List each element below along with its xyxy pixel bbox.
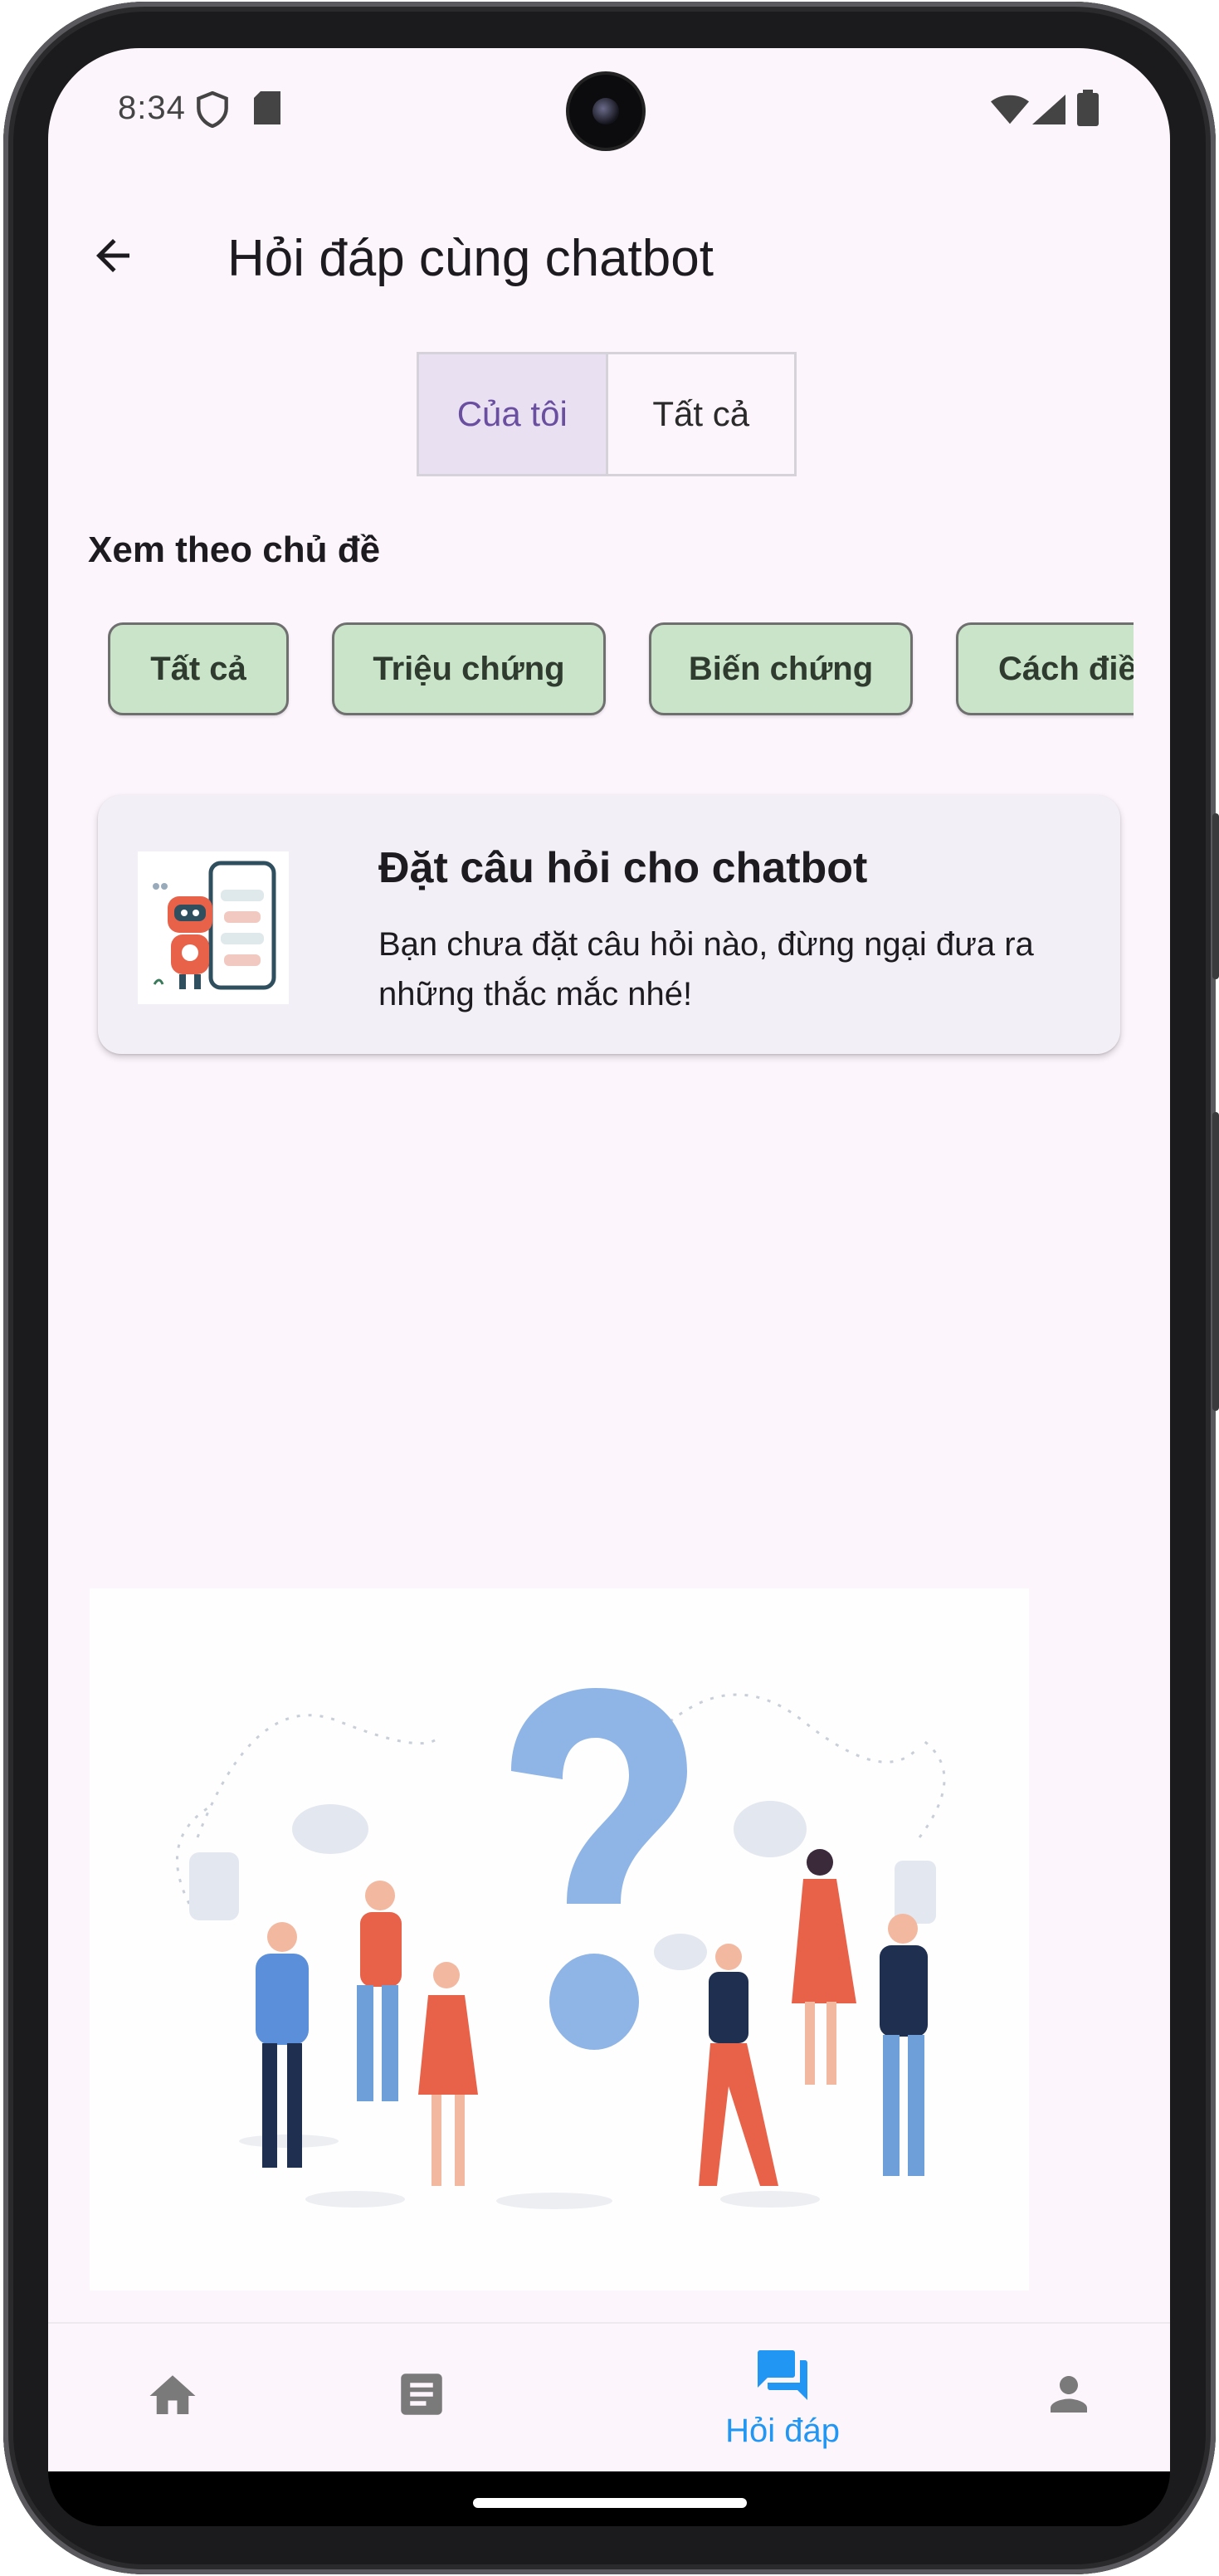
topics-heading: Xem theo chủ đề [88, 529, 381, 570]
shield-icon [196, 90, 229, 132]
signal-icon [1032, 95, 1065, 129]
status-time: 8:34 [118, 90, 186, 126]
battery-icon [1077, 90, 1099, 130]
chip-complications[interactable]: Biến chứng [649, 622, 913, 715]
article-icon [394, 2367, 449, 2426]
status-bar: 8:34 [48, 48, 1170, 173]
chip-all[interactable]: Tất cả [108, 622, 289, 715]
page-title: Hỏi đáp cùng chatbot [227, 230, 714, 287]
chip-symptoms[interactable]: Triệu chứng [332, 622, 606, 715]
card-description: Bạn chưa đặt câu hỏi nào, đừng ngại đưa … [378, 926, 1034, 1012]
scope-segmented-control: Của tôi Tất cả [417, 352, 797, 476]
nav-home[interactable] [48, 2324, 297, 2471]
chatbot-thumbnail [138, 851, 289, 1004]
card-title: Đặt câu hỏi cho chatbot [378, 844, 868, 892]
bottom-navigation: Hỏi đáp [48, 2322, 1170, 2471]
nav-profile[interactable] [969, 2324, 1168, 2471]
power-button [1212, 1112, 1219, 1411]
segment-all[interactable]: Tất cả [608, 354, 795, 474]
sd-card-icon [254, 91, 280, 129]
question-illustration [90, 1588, 1029, 2291]
nav-qa[interactable]: Hỏi đáp [646, 2324, 919, 2471]
gesture-home-bar[interactable] [473, 2498, 747, 2508]
person-icon [1041, 2367, 1096, 2426]
front-camera [569, 75, 642, 148]
app-bar: Hỏi đáp cùng chatbot [48, 206, 1170, 305]
wifi-icon [991, 95, 1029, 129]
nav-qa-label: Hỏi đáp [725, 2413, 840, 2449]
ask-chatbot-card[interactable]: Đặt câu hỏi cho chatbot Bạn chưa đặt câu… [98, 795, 1120, 1054]
chip-treatment[interactable]: Cách điều trị [956, 622, 1134, 715]
forum-icon [753, 2345, 812, 2409]
app-screen: 8:34 Hỏi đáp cùng chatbot Của tôi Tất cả… [48, 48, 1170, 2471]
back-button[interactable] [88, 231, 138, 281]
volume-button [1212, 813, 1219, 979]
arrow-back-icon [88, 239, 138, 284]
home-icon [145, 2369, 200, 2427]
segment-mine[interactable]: Của tôi [419, 354, 608, 474]
nav-articles[interactable] [297, 2324, 546, 2471]
phone-frame: 8:34 Hỏi đáp cùng chatbot Của tôi Tất cả… [0, 0, 1219, 2576]
topic-chip-row: Tất cả Triệu chứng Biến chứng Cách điều … [108, 622, 1134, 722]
